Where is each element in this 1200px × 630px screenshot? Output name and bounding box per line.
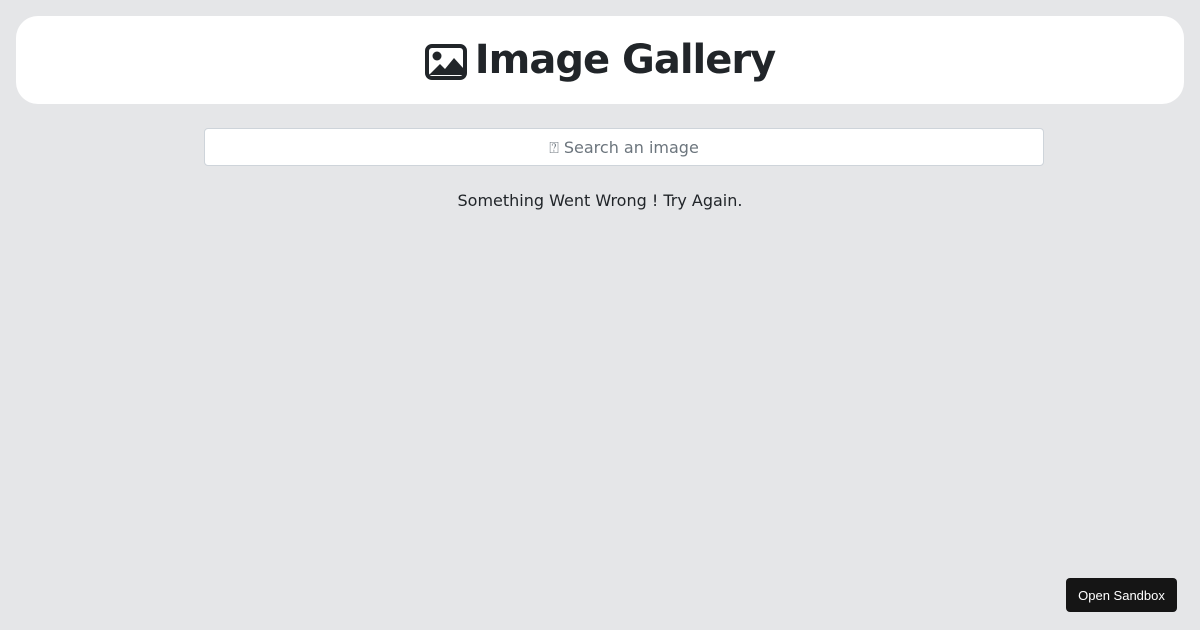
page: Image Gallery Something Went Wrong ! Try… (0, 0, 1200, 630)
search-container (204, 128, 1044, 166)
error-message: Something Went Wrong ! Try Again. (457, 191, 743, 210)
header-card: Image Gallery (16, 16, 1184, 104)
image-icon (424, 43, 467, 81)
open-sandbox-button[interactable]: Open Sandbox (1066, 578, 1177, 612)
page-title: Image Gallery (474, 37, 776, 83)
search-input[interactable] (204, 128, 1044, 166)
